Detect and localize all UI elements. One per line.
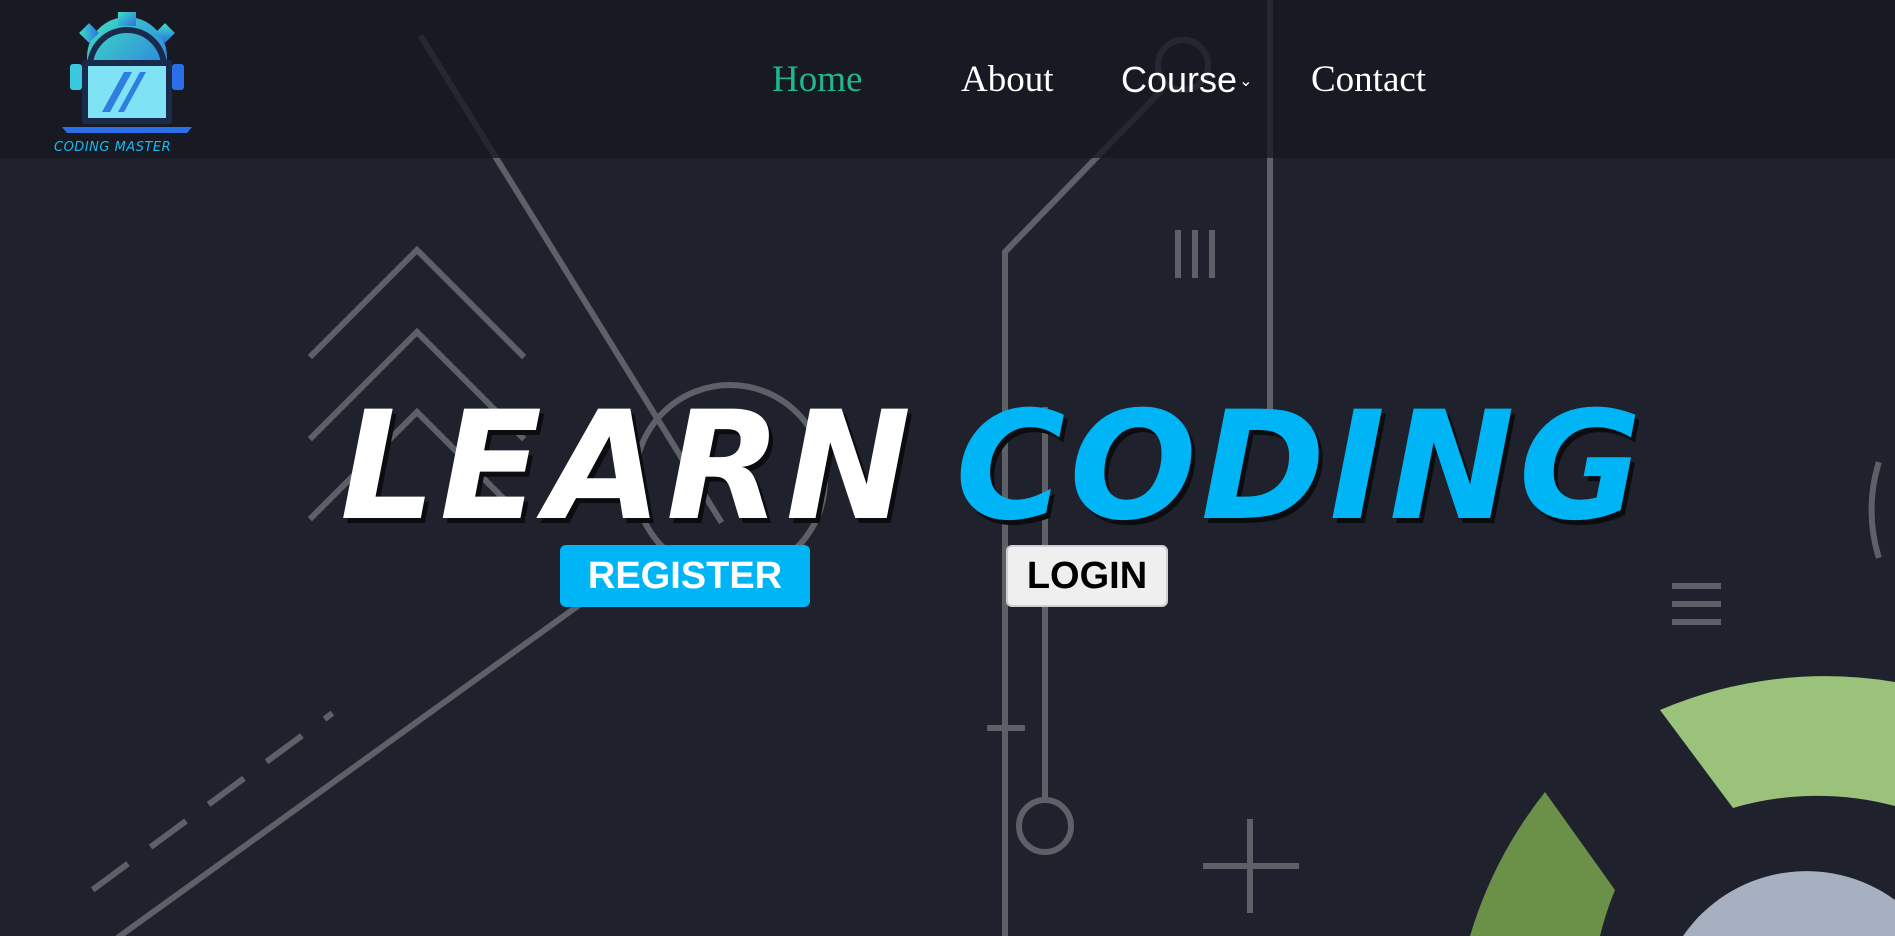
nav-home[interactable]: Home xyxy=(772,58,862,101)
login-button[interactable]: LOGIN xyxy=(1006,545,1168,607)
nav-contact[interactable]: Contact xyxy=(1311,58,1426,101)
top-navbar: CODING MASTER Home About Course ⌄ Contact xyxy=(0,0,1895,158)
hero-title-word-coding: CODING xyxy=(955,380,1646,554)
nav-about[interactable]: About xyxy=(961,58,1054,101)
chevron-down-icon: ⌄ xyxy=(1239,73,1253,90)
register-button[interactable]: REGISTER xyxy=(560,545,810,607)
brand-name: CODING MASTER xyxy=(54,140,172,155)
hero-title: LEARN CODING xyxy=(340,380,1642,554)
nav-course[interactable]: Course ⌄ xyxy=(1121,59,1252,101)
nav-course-label: Course xyxy=(1121,59,1238,100)
hero-title-word-learn: LEARN xyxy=(340,380,916,554)
